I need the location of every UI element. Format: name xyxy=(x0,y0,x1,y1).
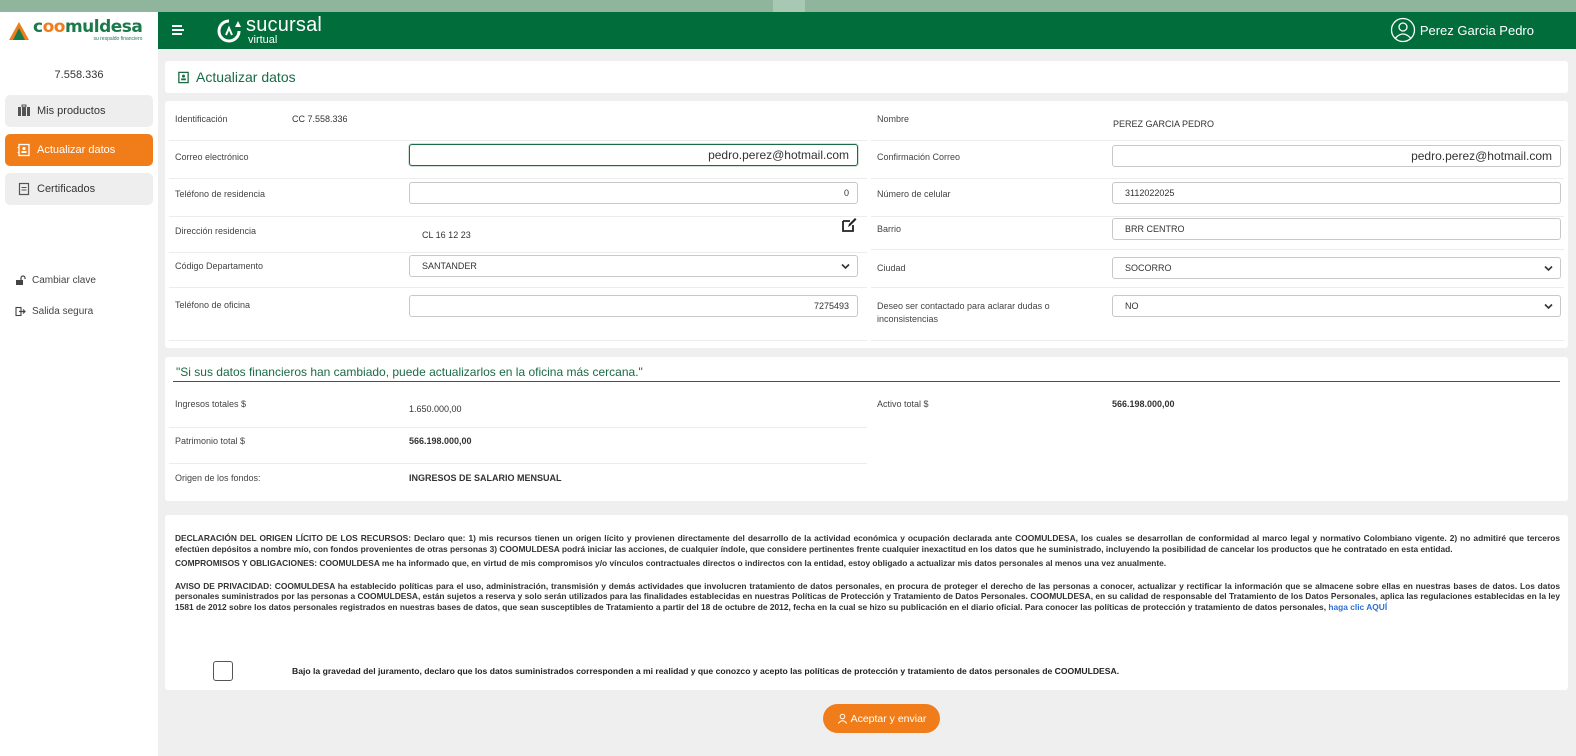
logo-name: coomuldesa xyxy=(33,17,143,37)
city-select[interactable]: SOCORRO xyxy=(1112,257,1561,279)
brand-main: sucursal xyxy=(246,14,323,36)
sidebar-item-certificados[interactable]: Certificados xyxy=(5,173,153,205)
privacy-notice-paragraph: AVISO DE PRIVACIDAD: COOMULDESA ha estab… xyxy=(175,580,1561,612)
chevron-down-icon xyxy=(840,261,851,272)
user-avatar-icon xyxy=(1390,17,1416,43)
activo-value: 566.198.000,00 xyxy=(1112,399,1175,409)
user-menu[interactable]: Perez Garcia Pedro xyxy=(1390,17,1534,43)
change-password-link[interactable]: Cambiar clave xyxy=(0,275,158,286)
oath-statement: Bajo la gravedad del juramento, declaro … xyxy=(292,666,1120,676)
chevron-down-icon xyxy=(1543,263,1554,274)
origen-value: INGRESOS DE SALARIO MENSUAL xyxy=(409,473,562,483)
sidebar-item-mis-productos[interactable]: Mis productos xyxy=(5,95,153,127)
secure-logout-link[interactable]: Salida segura xyxy=(0,306,158,317)
patrimonio-label: Patrimonio total $ xyxy=(175,436,246,446)
declaration-commitments-paragraph: COMPROMISOS Y OBLIGACIONES: COOMULDESA m… xyxy=(175,558,1167,568)
confirm-email-label: Confirmación Correo xyxy=(877,152,961,162)
patrimonio-value: 566.198.000,00 xyxy=(409,436,472,446)
logo-mountain-icon xyxy=(8,21,30,41)
sidebar-item-label: Certificados xyxy=(37,183,96,195)
change-password-label: Cambiar clave xyxy=(32,275,96,286)
sidebar-item-label: Mis productos xyxy=(37,105,106,117)
refresh-brand-icon xyxy=(216,18,242,44)
celular-label: Número de celular xyxy=(877,189,951,199)
identificacion-value: CC 7.558.336 xyxy=(292,114,348,124)
declaration-origin-paragraph: DECLARACIÓN DEL ORIGEN LÍCITO DE LOS REC… xyxy=(175,533,1560,554)
page-title-card: Actualizar datos xyxy=(165,61,1568,93)
top-header: sucursal virtual Perez Garcia Pedro xyxy=(158,12,1576,49)
declaration-card: DECLARACIÓN DEL ORIGEN LÍCITO DE LOS REC… xyxy=(165,515,1568,690)
nombre-label: Nombre xyxy=(877,114,910,124)
ciudad-label: Ciudad xyxy=(877,263,906,273)
user-name: Perez Garcia Pedro xyxy=(1419,22,1534,38)
sidebar-item-label: Actualizar datos xyxy=(37,144,116,156)
brand-sub: virtual xyxy=(248,34,278,46)
nombre-value: PEREZ GARCIA PEDRO xyxy=(1113,119,1215,129)
user-icon xyxy=(837,713,848,724)
office-phone-field[interactable]: 7275493 xyxy=(409,295,858,317)
sidebar: 7.558.336 Mis productos Actualizar datos… xyxy=(0,49,158,756)
financial-data-card: "Si sus datos financieros han cambiado, … xyxy=(165,357,1568,501)
origen-label: Origen de los fondos: xyxy=(175,473,261,483)
mobile-phone-field[interactable]: 3112022025 xyxy=(1112,182,1561,204)
contact-card-icon xyxy=(177,71,190,84)
department-select[interactable]: SANTANDER xyxy=(409,255,858,277)
city-selected-value: SOCORRO xyxy=(1125,263,1172,273)
tel-oficina-label: Teléfono de oficina xyxy=(175,300,251,310)
page-title: Actualizar datos xyxy=(196,69,296,85)
menu-toggle-icon[interactable] xyxy=(170,21,188,39)
ingresos-value: 1.650.000,00 xyxy=(409,404,462,414)
contact-card-icon xyxy=(17,143,31,157)
accept-terms-checkbox[interactable] xyxy=(213,661,233,681)
direccion-label: Dirección residencia xyxy=(175,226,257,236)
document-icon xyxy=(17,182,31,196)
privacy-policy-link[interactable]: haga clic AQUÍ xyxy=(1328,602,1387,612)
departamento-label: Código Departamento xyxy=(175,261,264,271)
brand-sucursal-virtual: sucursal virtual xyxy=(216,15,322,46)
top-strip xyxy=(0,0,1576,12)
neighborhood-field[interactable]: BRR CENTRO xyxy=(1112,218,1561,240)
submit-label: Aceptar y enviar xyxy=(850,712,927,725)
secure-logout-label: Salida segura xyxy=(32,306,94,317)
logo[interactable]: coomuldesa su respaldo financiero xyxy=(0,12,158,49)
direccion-value: CL 16 12 23 xyxy=(422,230,471,240)
confirm-email-field[interactable]: pedro.perez@hotmail.com xyxy=(1112,145,1561,167)
department-selected-value: SANTANDER xyxy=(422,261,477,271)
contact-preference-value: NO xyxy=(1125,301,1139,311)
briefcase-icon xyxy=(17,104,31,118)
personal-data-form: Identificación CC 7.558.336 Nombre PEREZ… xyxy=(165,101,1568,348)
sidebar-item-actualizar-datos[interactable]: Actualizar datos xyxy=(5,134,153,166)
activo-label: Activo total $ xyxy=(877,399,929,409)
identificacion-label: Identificación xyxy=(175,114,228,124)
barrio-label: Barrio xyxy=(877,224,902,234)
logout-icon xyxy=(15,306,26,317)
unlock-icon xyxy=(15,275,26,286)
email-field[interactable]: pedro.perez@hotmail.com xyxy=(409,144,858,166)
correo-label: Correo electrónico xyxy=(175,152,249,162)
logo-tagline: su respaldo financiero xyxy=(93,36,143,42)
chevron-down-icon xyxy=(1543,301,1554,312)
home-phone-field[interactable]: 0 xyxy=(409,182,858,204)
tel-residencia-label: Teléfono de residencia xyxy=(175,189,266,199)
ingresos-label: Ingresos totales $ xyxy=(175,399,247,409)
top-strip-highlight xyxy=(773,0,805,12)
contact-preference-select[interactable]: NO xyxy=(1112,295,1561,317)
submit-button[interactable]: Aceptar y enviar xyxy=(823,704,940,733)
contact-preference-label: Deseo ser contactado para aclarar dudas … xyxy=(877,301,1050,325)
edit-address-icon[interactable] xyxy=(841,217,857,233)
financial-notice: "Si sus datos financieros han cambiado, … xyxy=(176,365,643,379)
sidebar-id-number: 7.558.336 xyxy=(54,69,104,81)
financial-divider xyxy=(173,381,1560,382)
